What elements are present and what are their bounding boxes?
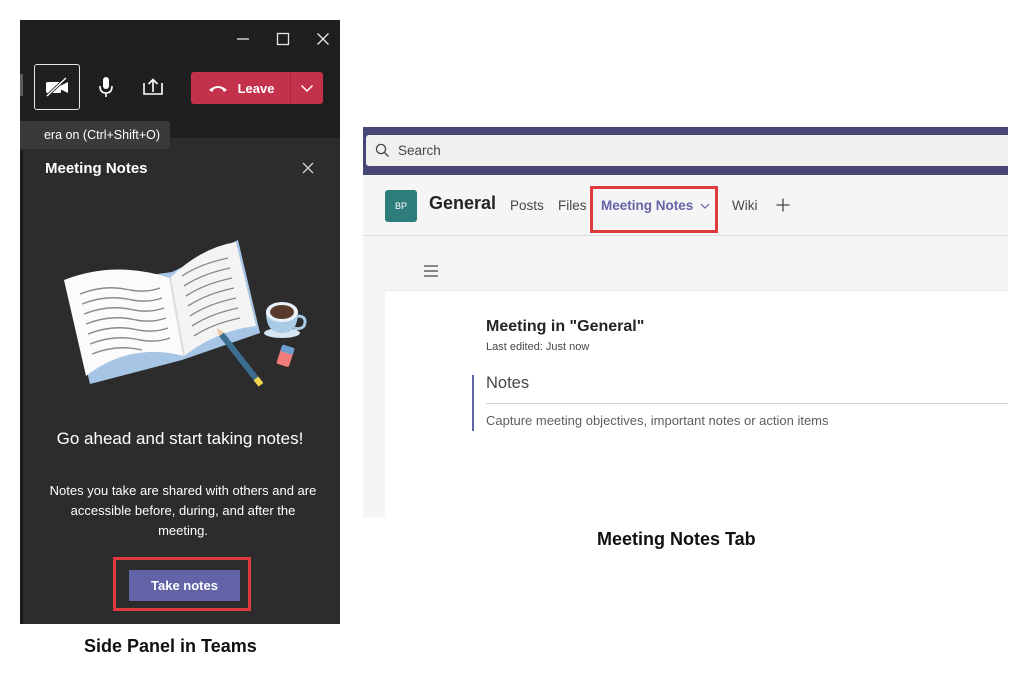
microphone-icon — [99, 77, 113, 97]
microphone-button[interactable] — [83, 64, 129, 110]
share-screen-button[interactable] — [130, 64, 176, 110]
section-indicator — [472, 375, 474, 431]
share-screen-icon — [143, 78, 163, 95]
tab-files[interactable]: Files — [558, 198, 587, 213]
leave-options-dropdown[interactable] — [291, 72, 323, 104]
meeting-notes-document: Meeting in "General" Last edited: Just n… — [385, 253, 1008, 517]
section-divider — [486, 403, 1008, 404]
close-icon[interactable] — [299, 159, 317, 177]
camera-off-icon — [45, 76, 68, 98]
tab-wiki[interactable]: Wiki — [732, 198, 758, 213]
leave-button-group: Leave — [191, 72, 323, 104]
hamburger-menu-icon[interactable] — [423, 264, 439, 278]
panel-left-border — [20, 150, 23, 624]
hang-up-icon — [208, 86, 227, 92]
camera-toggle-button[interactable] — [34, 64, 80, 110]
close-icon[interactable] — [312, 28, 334, 50]
search-header: Search — [363, 127, 1008, 175]
document-title: Meeting in "General" — [486, 318, 645, 335]
panel-title: Meeting Notes — [45, 160, 148, 177]
toolbar-edge — [20, 74, 23, 96]
leave-label: Leave — [237, 80, 275, 96]
window-titlebar — [20, 20, 340, 58]
side-panel-caption: Side Panel in Teams — [84, 636, 257, 656]
notes-section-heading[interactable]: Notes — [486, 374, 529, 393]
search-icon — [375, 143, 389, 157]
teams-meeting-window: Leave era on (Ctrl+Shift+O) Meeting Note… — [20, 20, 340, 624]
team-avatar[interactable]: BP — [385, 190, 417, 222]
notes-input[interactable]: Capture meeting objectives, important no… — [486, 413, 829, 428]
channel-name: General — [429, 193, 497, 213]
meeting-notes-tab-highlight-box — [590, 186, 718, 233]
leave-button[interactable]: Leave — [191, 72, 290, 104]
channel-header: BP General Posts Files Meeting Notes Wik… — [363, 175, 1008, 236]
empty-state-heading: Go ahead and start taking notes! — [56, 429, 304, 448]
search-input[interactable]: Search — [366, 135, 1008, 166]
chevron-down-icon — [300, 84, 314, 93]
take-notes-button[interactable]: Take notes — [129, 570, 240, 601]
camera-tooltip: era on (Ctrl+Shift+O) — [20, 121, 170, 149]
teams-channel-window: Search BP General Posts Files Meeting No… — [363, 127, 1008, 517]
maximize-icon[interactable] — [272, 28, 294, 50]
document-toolbar — [385, 253, 1008, 291]
notes-tab-caption: Meeting Notes Tab — [597, 529, 756, 549]
tab-posts[interactable]: Posts — [510, 198, 544, 213]
plus-icon[interactable] — [775, 197, 791, 213]
notes-illustration — [64, 240, 307, 387]
last-edited-status: Last edited: Just now — [486, 341, 590, 353]
minimize-icon[interactable] — [232, 28, 254, 50]
search-placeholder: Search — [398, 143, 441, 158]
empty-state-description: Notes you take are shared with others an… — [49, 483, 317, 538]
